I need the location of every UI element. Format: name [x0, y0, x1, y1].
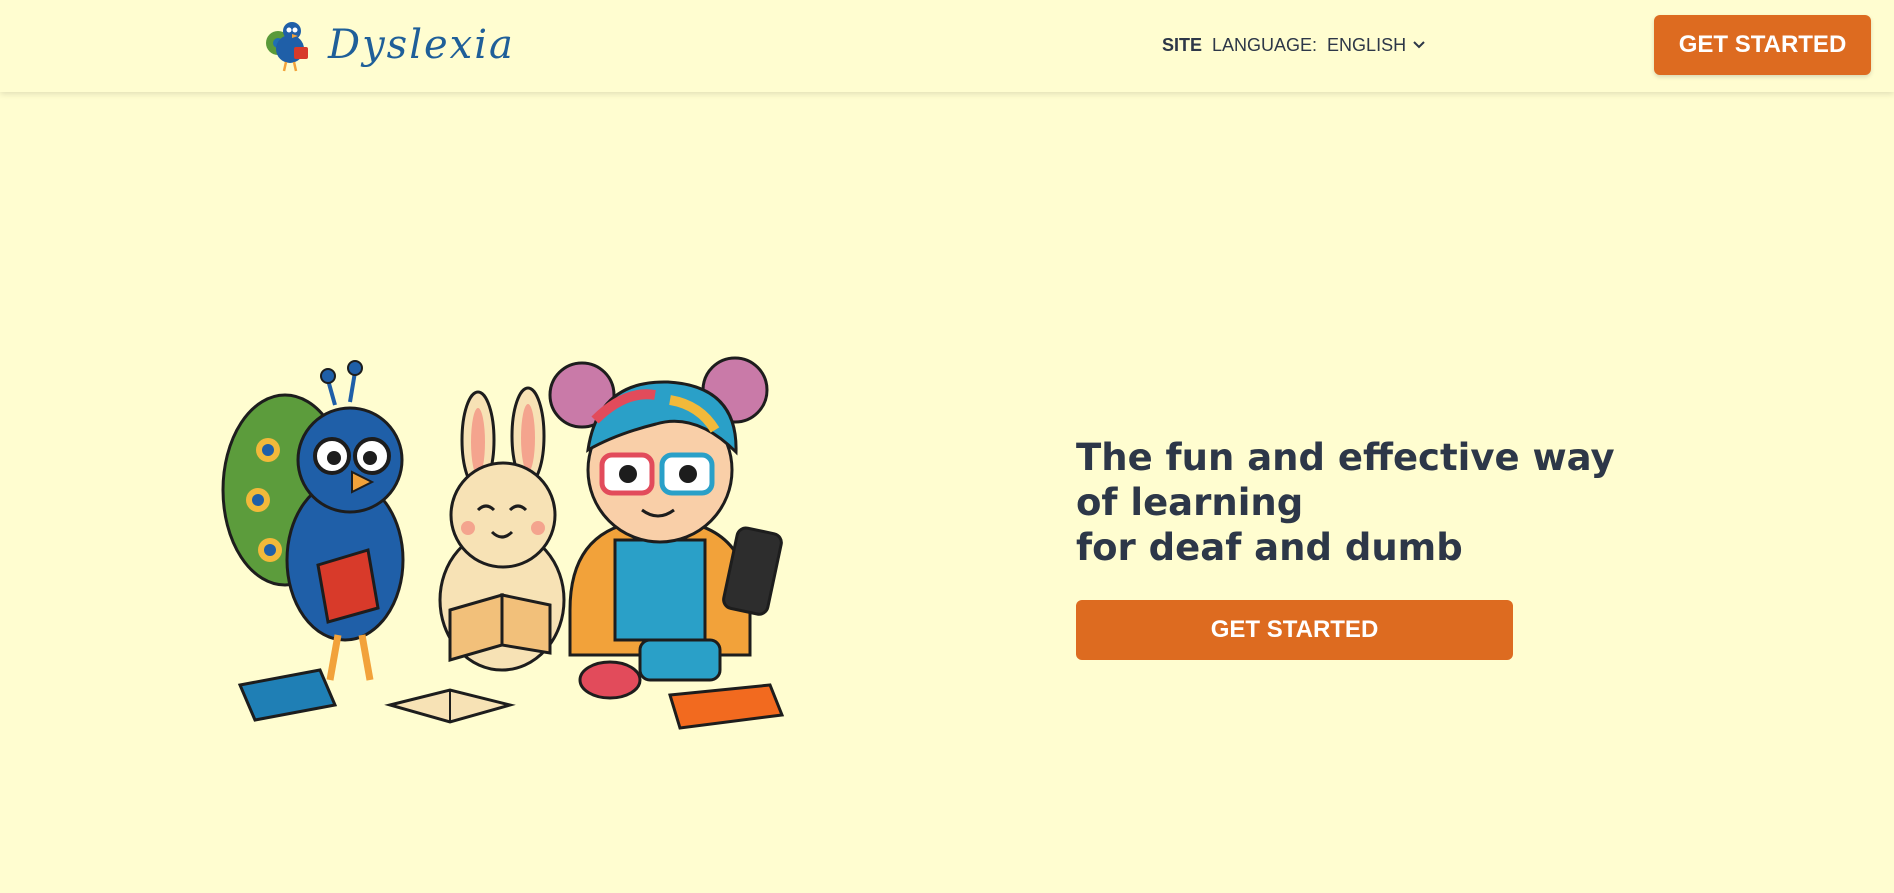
get-started-hero-button[interactable]: GET STARTED — [1076, 600, 1513, 660]
language-dropdown[interactable]: ENGLISH — [1327, 35, 1426, 56]
peacock-logo-icon — [266, 22, 308, 72]
language-value: ENGLISH — [1327, 34, 1407, 55]
chevron-down-icon — [1413, 41, 1425, 49]
peacock-figure — [221, 360, 405, 681]
hero-headline-line-1: The fun and effective way of learning — [1076, 436, 1615, 524]
language-selector: SITE LANGUAGE: ENGLISH — [1162, 32, 1426, 58]
site-label: SITE — [1162, 34, 1203, 55]
logo-link[interactable]: Dyslexia — [264, 14, 515, 76]
get-started-nav-button[interactable]: GET STARTED — [1654, 15, 1871, 75]
top-nav: Dyslexia SITE LANGUAGE: ENGLISH GET STAR… — [0, 0, 1894, 92]
hero-headline-line-2: for deaf and dumb — [1076, 526, 1463, 569]
child-figure — [548, 356, 783, 700]
logo-wordmark: Dyslexia — [328, 22, 515, 68]
hero-illustration — [221, 356, 785, 730]
language-label: LANGUAGE: — [1212, 34, 1318, 55]
hero-headline: The fun and effective way of learning fo… — [1076, 435, 1636, 570]
bunny-figure — [438, 386, 566, 672]
